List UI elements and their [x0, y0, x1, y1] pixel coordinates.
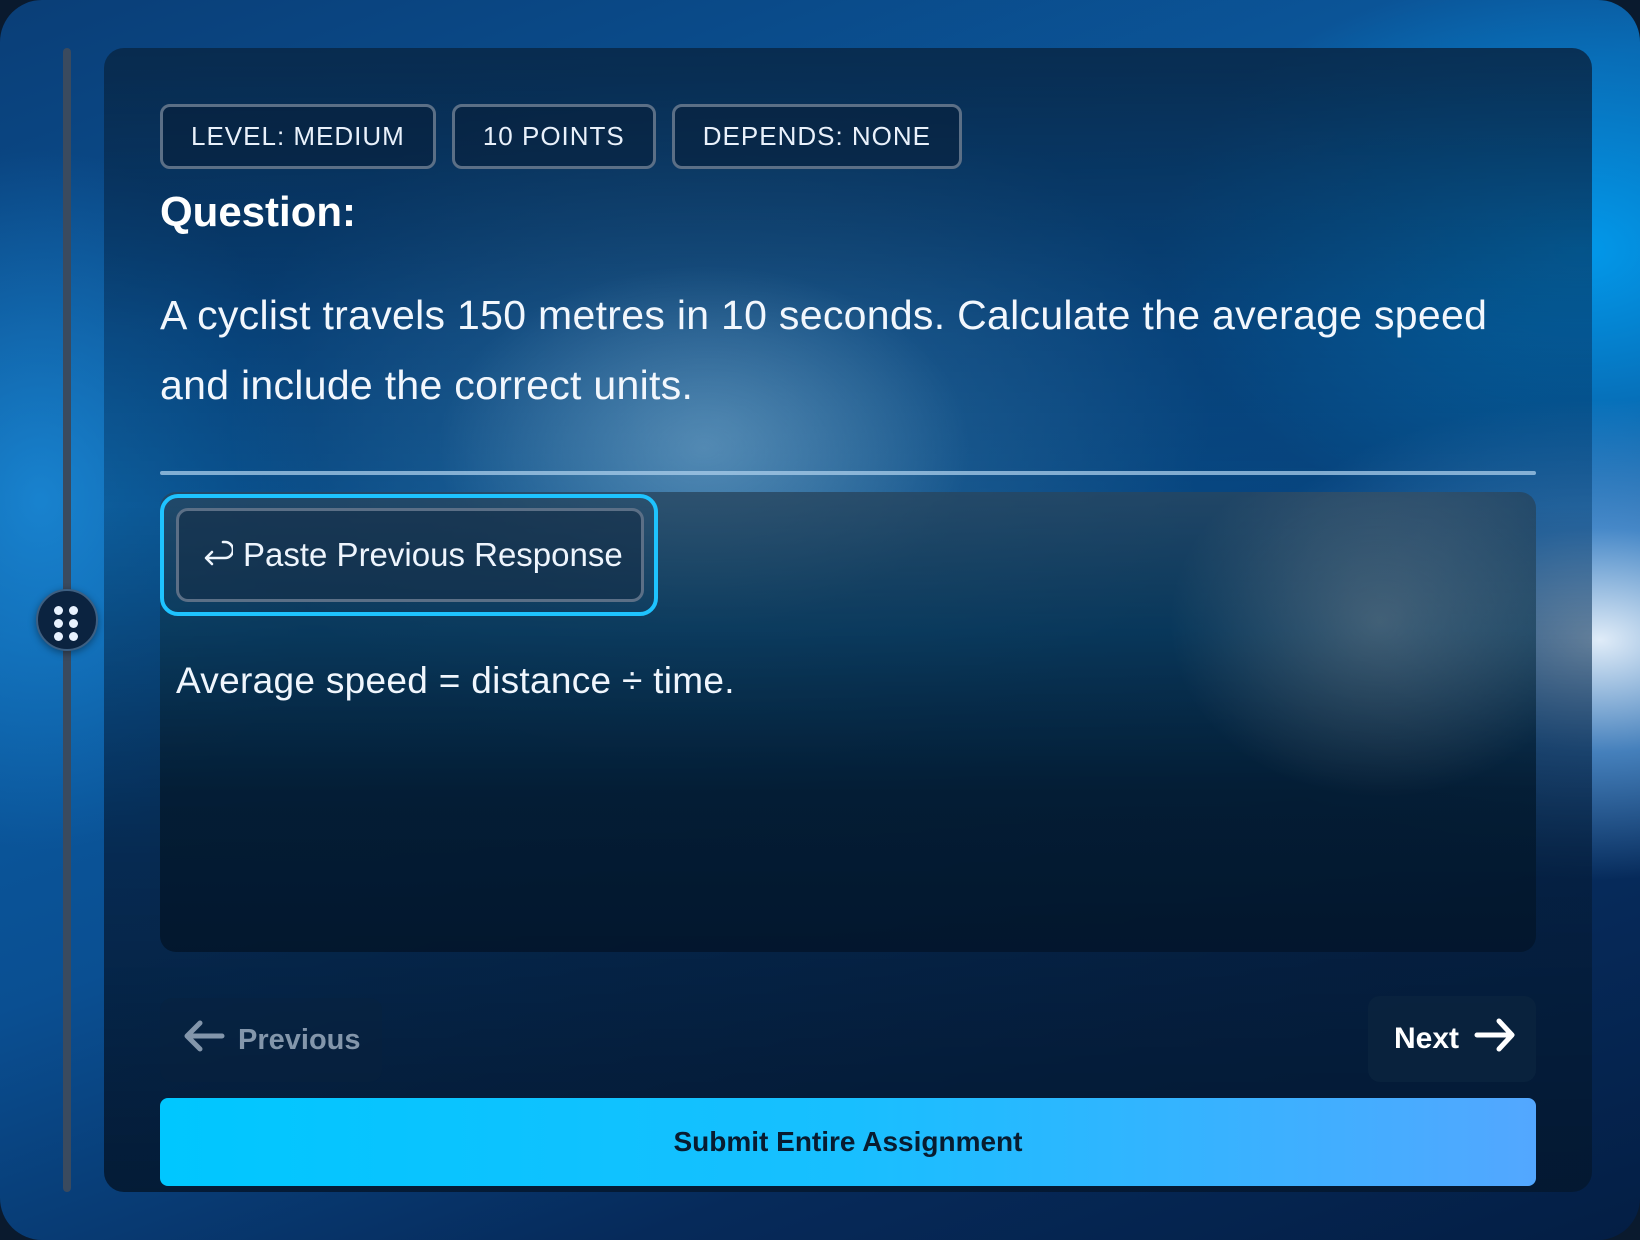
level-badge: LEVEL: MEDIUM	[160, 104, 436, 169]
return-arrow-icon	[201, 536, 235, 574]
divider	[160, 471, 1536, 475]
submit-assignment-button[interactable]: Submit Entire Assignment	[160, 1098, 1536, 1186]
question-text: A cyclist travels 150 metres in 10 secon…	[160, 292, 1488, 408]
depends-badge: DEPENDS: NONE	[671, 104, 963, 169]
previous-label: Previous	[238, 1023, 361, 1056]
next-button[interactable]: Next	[1368, 996, 1536, 1082]
next-label: Next	[1394, 1022, 1460, 1055]
arrow-right-icon	[1473, 1017, 1517, 1061]
drag-handle-icon[interactable]	[36, 589, 98, 651]
previous-button[interactable]: Previous	[160, 998, 382, 1082]
app-window: LEVEL: MEDIUM 10 POINTS DEPENDS: NONE Qu…	[0, 0, 1640, 1240]
points-badge: 10 POINTS	[451, 104, 656, 169]
answer-text: Average speed = distance ÷ time.	[176, 660, 735, 701]
arrow-left-icon	[182, 1019, 226, 1061]
question-title: Question:	[160, 188, 356, 235]
paste-button-label: Paste Previous Response	[243, 536, 623, 573]
paste-previous-response-button[interactable]: Paste Previous Response	[176, 508, 644, 602]
badge-row: LEVEL: MEDIUM 10 POINTS DEPENDS: NONE	[160, 104, 963, 169]
